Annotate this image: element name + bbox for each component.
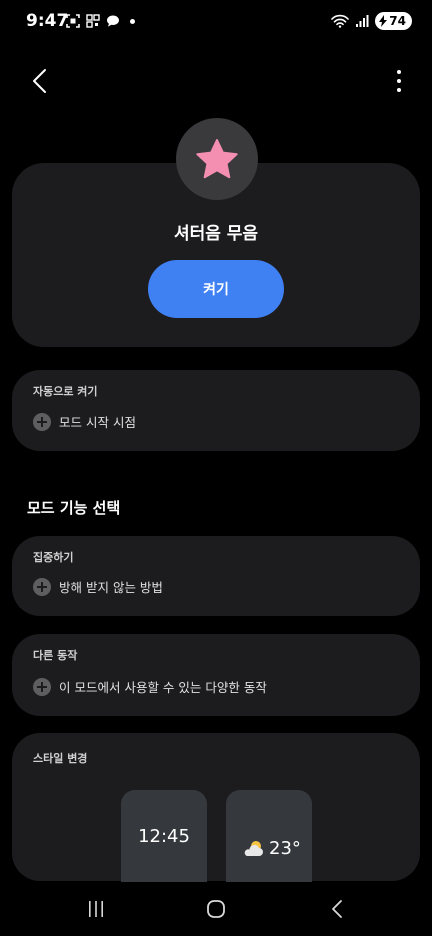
status-notification-icons bbox=[66, 14, 135, 28]
preview-temp: 23° bbox=[269, 838, 301, 859]
home-icon[interactable] bbox=[206, 899, 226, 919]
add-action-row[interactable]: 이 모드에서 사용할 수 있는 다양한 동작 bbox=[33, 677, 267, 696]
star-icon bbox=[196, 139, 238, 179]
add-icon bbox=[33, 677, 51, 696]
preview-weather: 23° bbox=[242, 838, 301, 859]
focus-card: 집중하기 방해 받지 않는 방법 bbox=[12, 536, 420, 616]
add-focus-label: 방해 받지 않는 방법 bbox=[59, 580, 163, 595]
screen-record-icon bbox=[66, 14, 80, 28]
back-icon[interactable] bbox=[330, 899, 344, 919]
add-start-trigger-row[interactable]: 모드 시작 시점 bbox=[33, 412, 136, 431]
battery-indicator: 74 bbox=[375, 12, 412, 30]
more-options-button[interactable] bbox=[394, 68, 404, 94]
mode-title: 셔터음 무음 bbox=[173, 224, 259, 244]
style-card: 스타일 변경 bbox=[12, 733, 420, 881]
other-actions-card: 다른 동작 이 모드에서 사용할 수 있는 다양한 동작 bbox=[12, 634, 420, 716]
add-start-trigger-label: 모드 시작 시점 bbox=[59, 415, 136, 430]
status-bar: 9:47 74 bbox=[0, 0, 432, 44]
add-focus-row[interactable]: 방해 받지 않는 방법 bbox=[33, 577, 163, 596]
qr-icon bbox=[86, 14, 100, 28]
recents-icon[interactable] bbox=[86, 900, 106, 918]
signal-icon bbox=[356, 15, 369, 27]
battery-level: 74 bbox=[389, 14, 406, 28]
status-system-icons: 74 bbox=[331, 12, 412, 30]
turn-on-button[interactable]: 켜기 bbox=[148, 260, 284, 318]
add-action-label: 이 모드에서 사용할 수 있는 다양한 동작 bbox=[59, 680, 267, 695]
wifi-icon bbox=[331, 14, 350, 28]
add-icon bbox=[33, 412, 51, 431]
navigation-bar bbox=[0, 882, 432, 936]
preview-clock-text: 12:45 bbox=[138, 826, 190, 847]
partly-cloudy-icon bbox=[244, 840, 263, 856]
mode-detail-screen: 9:47 74 셔터음 무음 켜기 자동으로 켜기 모드 시작 시점 모드 기능… bbox=[0, 0, 432, 936]
section-title: 모드 기능 선택 bbox=[27, 499, 121, 517]
battery-charging-icon bbox=[379, 15, 388, 27]
add-icon bbox=[33, 577, 51, 596]
style-preview-weather[interactable]: 23° bbox=[226, 790, 312, 882]
chat-bubble-icon bbox=[107, 15, 119, 27]
mode-icon-badge[interactable] bbox=[176, 118, 258, 200]
style-preview-clock[interactable]: 12:45 bbox=[121, 790, 207, 882]
other-actions-label: 다른 동작 bbox=[33, 649, 78, 662]
auto-on-card: 자동으로 켜기 모드 시작 시점 bbox=[12, 370, 420, 451]
dot-icon bbox=[130, 18, 135, 24]
back-button[interactable] bbox=[26, 66, 56, 96]
auto-on-label: 자동으로 켜기 bbox=[33, 385, 98, 398]
status-time: 9:47 bbox=[26, 11, 69, 31]
focus-label: 집중하기 bbox=[33, 551, 74, 564]
style-label: 스타일 변경 bbox=[33, 752, 88, 765]
